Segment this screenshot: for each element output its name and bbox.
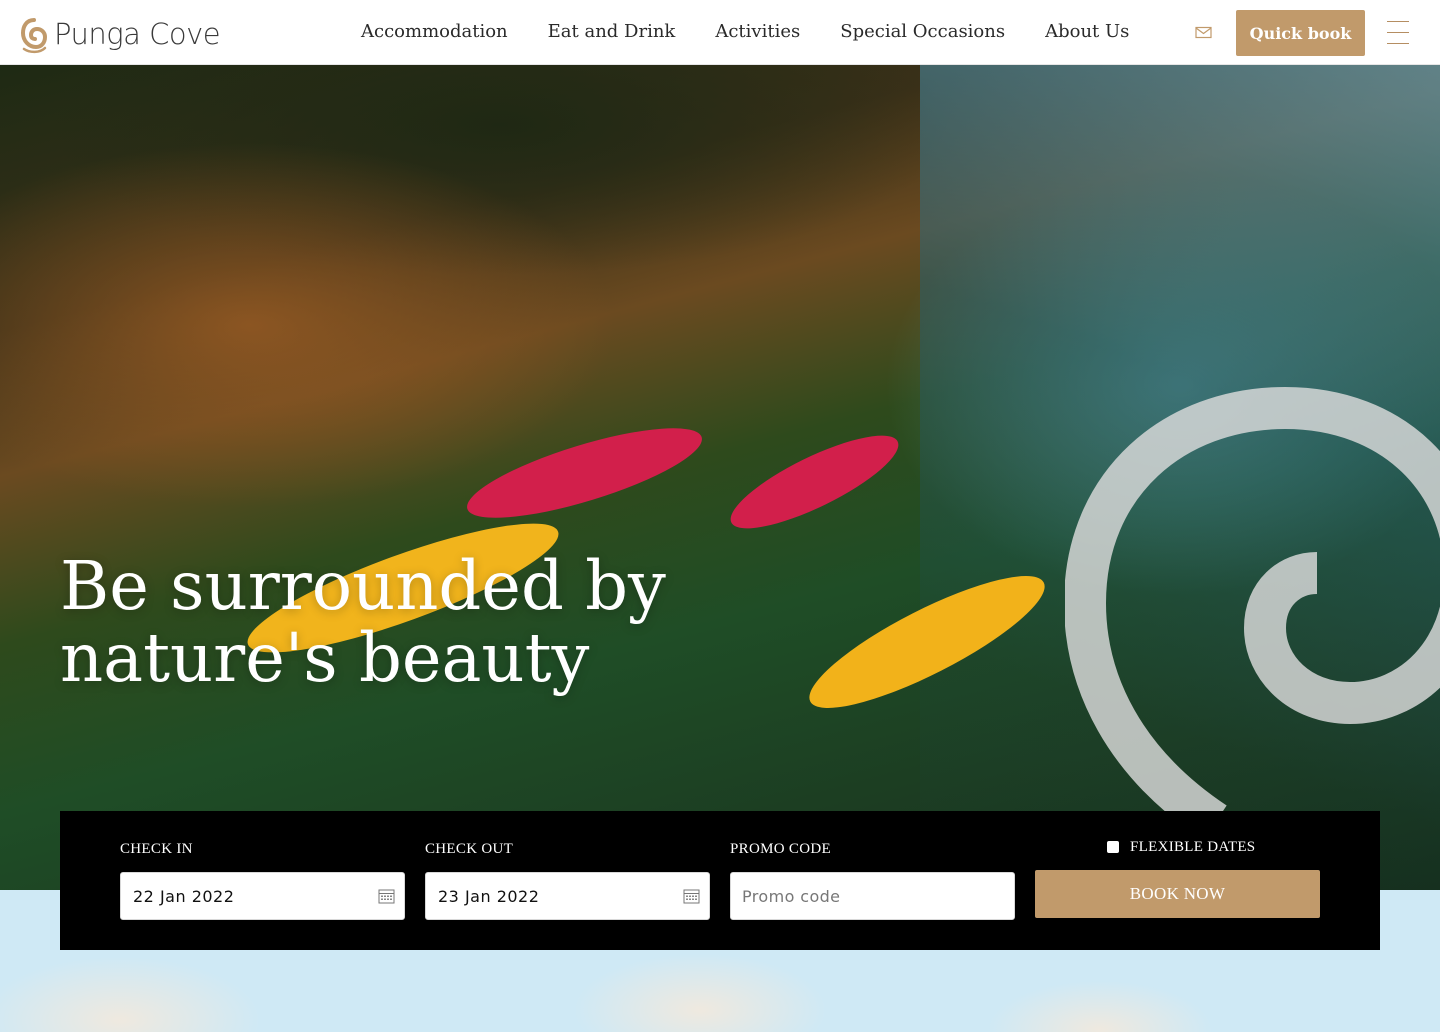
koru-swirl-decoration	[1065, 386, 1440, 833]
nav-eat-and-drink[interactable]: Eat and Drink	[548, 21, 676, 42]
check-out-field[interactable]: 23 Jan 2022	[425, 872, 710, 920]
check-out-label: CHECK OUT	[425, 841, 514, 857]
nav-about-us[interactable]: About Us	[1045, 21, 1129, 42]
site-header: Punga Cove Accommodation Eat and Drink A…	[0, 0, 1440, 65]
menu-line	[1387, 32, 1409, 33]
book-now-button[interactable]: BOOK NOW	[1035, 870, 1320, 918]
kayak	[720, 418, 909, 546]
booking-bar: CHECK IN 22 Jan 2022 CHECK OUT 23 Jan 20…	[60, 811, 1380, 950]
kayak	[459, 410, 710, 536]
calendar-icon[interactable]	[683, 888, 700, 904]
menu-line	[1387, 43, 1409, 44]
flexible-dates-label[interactable]: FLEXIBLE DATES	[1130, 839, 1255, 856]
logo-swirl-icon	[20, 18, 48, 54]
promo-code-label: PROMO CODE	[730, 841, 831, 857]
hero-section: Be surrounded by nature's beauty	[0, 65, 1440, 890]
nav-special-occasions[interactable]: Special Occasions	[840, 21, 1005, 42]
check-in-label: CHECK IN	[120, 841, 193, 857]
nav-accommodation[interactable]: Accommodation	[361, 21, 508, 42]
calendar-icon[interactable]	[378, 888, 395, 904]
check-in-field[interactable]: 22 Jan 2022	[120, 872, 405, 920]
check-in-value: 22 Jan 2022	[133, 887, 235, 906]
mail-icon[interactable]	[1195, 26, 1212, 39]
flexible-dates-checkbox[interactable]	[1107, 841, 1119, 853]
nav-activities[interactable]: Activities	[715, 21, 800, 42]
hero-heading-line2: nature's beauty	[60, 619, 590, 697]
menu-line	[1387, 21, 1409, 22]
main-nav: Accommodation Eat and Drink Activities S…	[361, 21, 1169, 42]
quick-book-button[interactable]: Quick book	[1236, 10, 1365, 56]
promo-code-input[interactable]	[730, 872, 1015, 920]
logo-link[interactable]: Punga Cove	[20, 14, 221, 54]
hero-heading: Be surrounded by nature's beauty	[60, 550, 760, 694]
hero-heading-line1: Be surrounded by	[60, 547, 666, 625]
hamburger-menu-icon[interactable]	[1387, 21, 1409, 45]
check-out-value: 23 Jan 2022	[438, 887, 540, 906]
logo-text: Punga Cove	[54, 17, 221, 51]
